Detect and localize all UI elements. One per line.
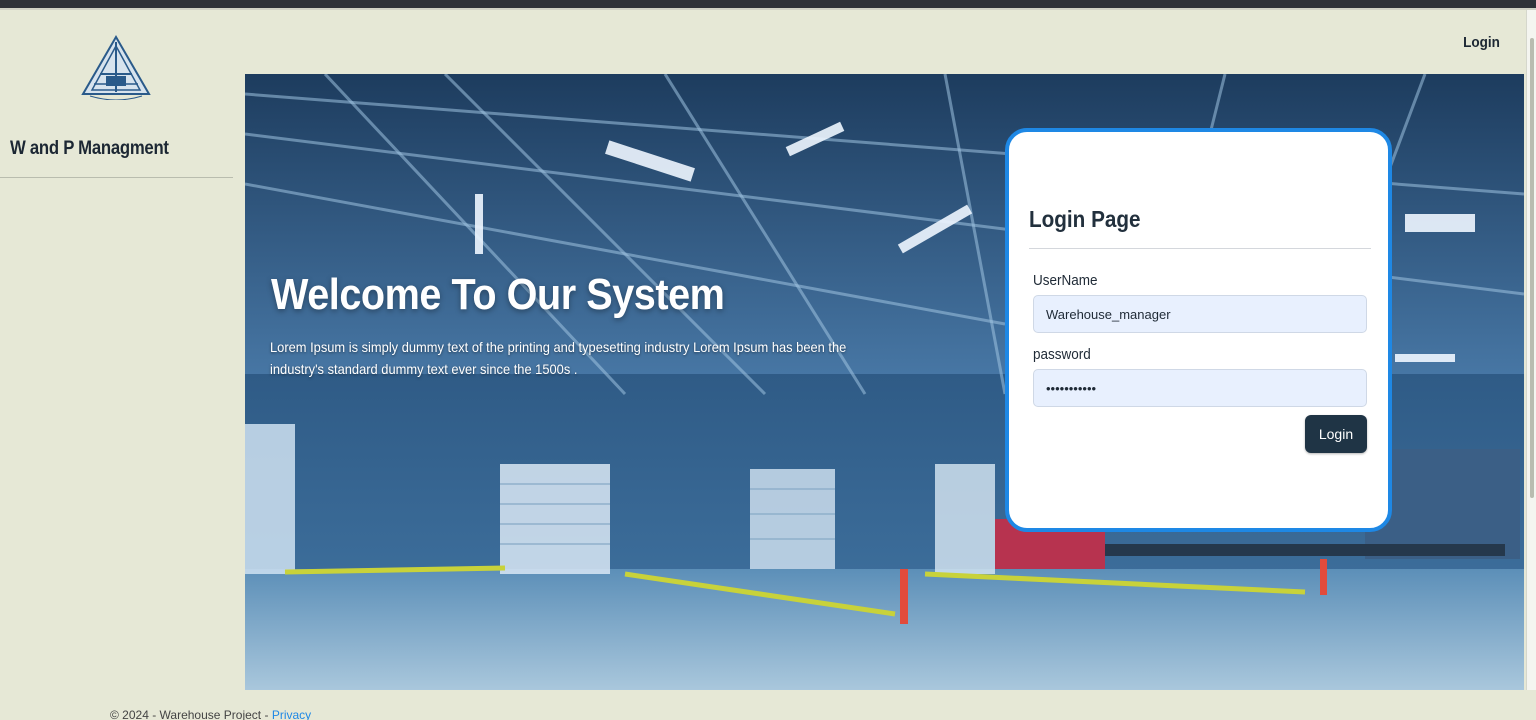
page-scrollbar[interactable]	[1526, 10, 1536, 690]
nav-login-link[interactable]: Login	[1463, 34, 1500, 51]
sidebar-divider	[0, 177, 233, 178]
brand-name: W and P Managment	[10, 138, 169, 159]
login-form: Login Page UserName password Login	[1005, 128, 1392, 532]
hero-subtitle: Lorem Ipsum is simply dummy text of the …	[270, 339, 847, 377]
footer-copyright: © 2024 - Warehouse Project -	[110, 708, 272, 720]
password-input[interactable]	[1033, 369, 1367, 407]
scrollbar-thumb[interactable]	[1530, 38, 1534, 498]
privacy-link[interactable]: Privacy	[272, 708, 311, 720]
username-input[interactable]	[1033, 295, 1367, 333]
login-title: Login Page	[1029, 206, 1141, 232]
sidebar: W and P Managment	[0, 12, 244, 690]
password-label: password	[1033, 346, 1091, 363]
login-button[interactable]: Login	[1305, 415, 1367, 453]
footer: © 2024 - Warehouse Project - Privacy	[110, 708, 311, 720]
hero-title: Welcome To Our System	[271, 270, 725, 319]
browser-top-strip	[0, 0, 1536, 10]
triangle-emblem-logo	[81, 35, 151, 100]
login-divider	[1029, 248, 1371, 249]
username-label: UserName	[1033, 272, 1098, 289]
